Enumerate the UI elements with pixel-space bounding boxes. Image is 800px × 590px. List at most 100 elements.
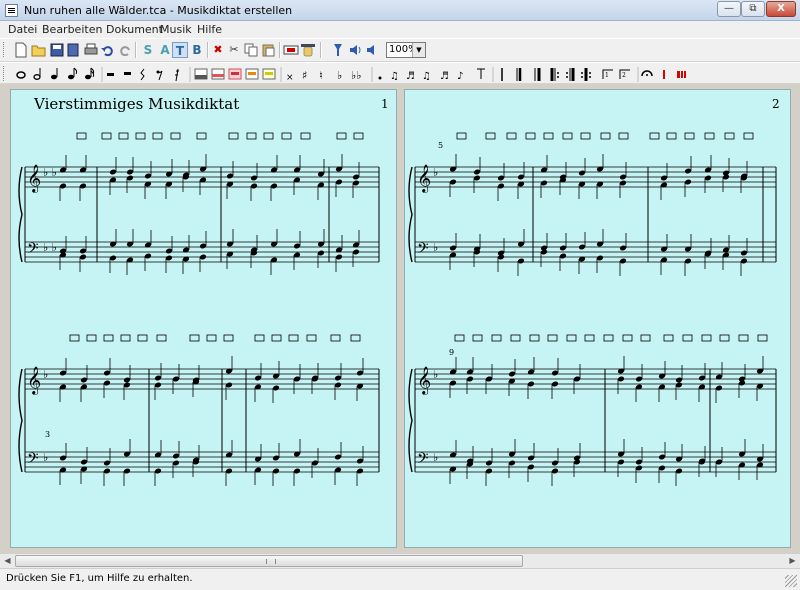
hand-tool-icon[interactable] <box>300 42 316 58</box>
answer-box <box>724 132 735 140</box>
play-sound-icon[interactable] <box>348 42 364 58</box>
toolbar-separator <box>320 42 322 58</box>
main-toolbar: S A T B ✖ ✂ 100% ▼ <box>0 38 800 62</box>
eighth-note-icon[interactable] <box>68 67 78 80</box>
menu-bearbeiten[interactable]: Bearbeiten <box>42 23 102 36</box>
dropdown-arrow-icon[interactable]: ▼ <box>412 43 425 57</box>
print-icon[interactable] <box>83 42 99 58</box>
repeat-start-icon[interactable] <box>550 68 559 81</box>
barline-double-icon[interactable] <box>516 68 522 81</box>
flat-icon[interactable]: ♭ <box>337 69 342 82</box>
marker-red-block-icon[interactable] <box>677 71 686 78</box>
score-canvas[interactable]: 𝄞 ♭ ♭𝄢 ♭ ♭𝄞 ♭𝄢 ♭ <box>11 90 396 547</box>
whole-note-icon[interactable] <box>16 71 26 79</box>
staff-color-icon[interactable] <box>245 68 259 80</box>
staff-highlight-icon[interactable] <box>262 68 276 80</box>
sharp-icon[interactable]: ♯ <box>302 69 307 82</box>
scroll-grip-icon <box>266 559 276 564</box>
undo-icon[interactable] <box>100 42 116 58</box>
double-flat-alt-icon[interactable]: ♭♭ <box>351 69 361 82</box>
measure-number: 3 <box>45 430 51 439</box>
marker-red-icon[interactable] <box>663 70 665 79</box>
answer-box <box>223 334 234 342</box>
whole-rest-icon[interactable] <box>107 73 114 76</box>
staff-mark-icon[interactable] <box>228 68 242 80</box>
scroll-right-icon[interactable]: ▶ <box>785 554 800 568</box>
svg-text:1: 1 <box>605 72 609 79</box>
double-flat-icon[interactable]: ♮ <box>319 69 323 82</box>
menu-datei[interactable]: Datei <box>8 23 37 36</box>
new-file-icon[interactable] <box>13 42 29 58</box>
voice-tenor-button[interactable]: T <box>172 42 188 58</box>
staff-insert-icon[interactable] <box>211 68 225 80</box>
copy-icon[interactable] <box>243 42 259 58</box>
document-area[interactable]: Vierstimmiges Musikdiktat 1 𝄞 ♭ ♭ 𝄢 ♭ ♭ 𝄞 ♭ 𝄢 ♭… <box>0 84 800 553</box>
paste-icon[interactable] <box>260 42 276 58</box>
answer-box <box>682 334 693 342</box>
range-icon[interactable] <box>283 42 299 58</box>
redo-icon[interactable] <box>117 42 133 58</box>
menu-dokument[interactable]: Dokument <box>106 23 163 36</box>
answer-box <box>189 334 200 342</box>
answer-box <box>510 334 521 342</box>
grace-note-icon[interactable]: ♪ <box>457 71 463 82</box>
menu-hilfe[interactable]: Hilfe <box>197 23 222 36</box>
answer-box <box>666 132 677 140</box>
score-canvas[interactable]: 𝄞 ♭𝄢 ♭𝄞 ♭𝄢 ♭ <box>405 90 790 547</box>
bass-clef-icon: 𝄢 <box>417 240 429 261</box>
minimize-button[interactable]: — <box>717 1 741 17</box>
beam-icon[interactable]: ♬ <box>440 71 449 82</box>
close-button[interactable]: X <box>766 1 796 17</box>
half-rest-icon[interactable] <box>124 72 131 75</box>
eighth-rest-icon[interactable] <box>156 70 163 81</box>
repeat-both-icon[interactable] <box>581 68 591 81</box>
slur-icon[interactable]: ♬ <box>406 71 415 82</box>
zoom-select[interactable]: 100% ▼ <box>386 42 426 58</box>
restore-button[interactable]: ⧉ <box>741 1 765 17</box>
open-folder-icon[interactable] <box>31 42 47 58</box>
repeat-end-icon[interactable] <box>566 68 575 81</box>
resize-grip-icon[interactable] <box>785 575 797 587</box>
horizontal-scrollbar[interactable]: ◀ ▶ <box>0 553 800 568</box>
answer-box <box>288 334 299 342</box>
delete-icon[interactable]: ✖ <box>210 42 226 58</box>
save-icon[interactable] <box>49 42 65 58</box>
key-flat-icon: ♭ <box>433 368 438 381</box>
sixteenth-note-icon[interactable] <box>85 67 95 80</box>
answer-box <box>684 132 695 140</box>
svg-text:♫: ♫ <box>422 71 431 82</box>
tie-icon[interactable]: ♫ <box>390 71 399 82</box>
sixteenth-rest-icon[interactable] <box>175 68 179 82</box>
voice-soprano-button[interactable]: S <box>140 42 156 58</box>
quarter-note-icon[interactable] <box>51 68 58 80</box>
scroll-left-icon[interactable]: ◀ <box>0 554 15 568</box>
answer-box <box>300 132 311 140</box>
staff-select-icon[interactable] <box>194 68 208 80</box>
menu-musik[interactable]: Musik <box>160 23 192 36</box>
quarter-rest-icon[interactable] <box>140 68 145 81</box>
tuning-fork-icon[interactable] <box>330 42 346 58</box>
cut-icon[interactable]: ✂ <box>226 42 242 58</box>
answer-box <box>263 132 274 140</box>
voice-alto-button[interactable]: A <box>157 42 173 58</box>
answer-box <box>584 334 595 342</box>
speaker-icon[interactable] <box>365 42 381 58</box>
notes-toolbar: × ♯ ♮ ♭ ♭♭ ♫ ♬ ♫ ♬ ♪ 1 2 <box>0 62 800 84</box>
voice-bass-button[interactable]: B <box>189 42 205 58</box>
half-note-icon[interactable] <box>33 68 41 80</box>
answer-box <box>743 132 754 140</box>
toolbar-grip[interactable] <box>3 42 7 57</box>
natural-accidental-icon[interactable]: × <box>286 73 294 83</box>
fermata-icon[interactable] <box>641 70 653 77</box>
triplet-icon[interactable]: ♫ <box>422 71 431 82</box>
save-as-icon[interactable] <box>65 42 81 58</box>
volta-second-icon[interactable]: 2 <box>619 69 630 79</box>
scroll-thumb[interactable] <box>15 555 523 567</box>
dot-icon[interactable] <box>378 76 382 80</box>
score-page-2[interactable]: 2 5 9 𝄞 ♭ 𝄢 ♭ 𝄞 ♭ 𝄢 ♭ <box>404 89 791 548</box>
ornament-icon[interactable] <box>477 68 485 79</box>
answer-box <box>640 334 651 342</box>
volta-first-icon[interactable]: 1 <box>602 69 613 79</box>
barline-end-icon[interactable] <box>534 68 541 81</box>
score-page-1[interactable]: Vierstimmiges Musikdiktat 1 𝄞 ♭ ♭ 𝄢 ♭ ♭ 𝄞 ♭ 𝄢 ♭ <box>10 89 397 548</box>
